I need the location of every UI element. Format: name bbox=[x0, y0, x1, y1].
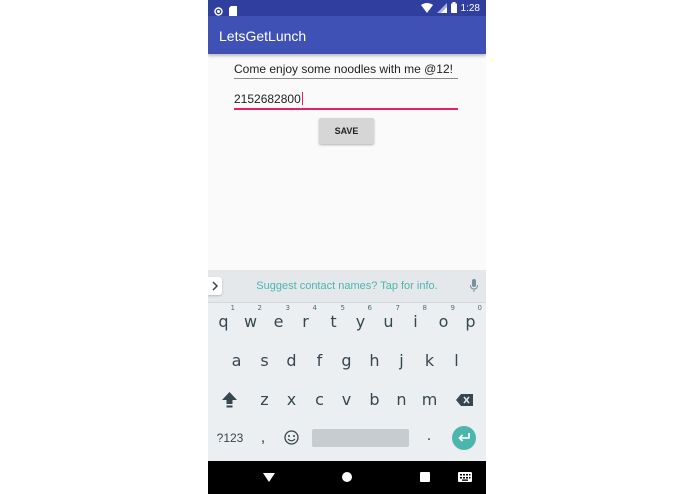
key-v[interactable]: v bbox=[333, 382, 360, 418]
phone-field-value: 2152682800 bbox=[234, 92, 301, 106]
status-bar: 1:28 bbox=[208, 0, 486, 16]
key-t[interactable]: t5 bbox=[320, 304, 347, 340]
app-bar: LetsGetLunch bbox=[208, 16, 486, 54]
shift-icon bbox=[222, 392, 237, 408]
key-s[interactable]: s bbox=[251, 343, 278, 379]
enter-key[interactable] bbox=[452, 426, 476, 450]
message-field-underline bbox=[234, 78, 458, 79]
key-g[interactable]: g bbox=[333, 343, 360, 379]
battery-icon bbox=[450, 2, 457, 16]
suggestion-strip: Suggest contact names? Tap for info. bbox=[208, 270, 486, 303]
message-field[interactable]: Come enjoy some noodles with me @12! bbox=[234, 62, 458, 80]
home-circle-icon bbox=[342, 472, 352, 482]
key-d[interactable]: d bbox=[278, 343, 305, 379]
save-button[interactable]: SAVE bbox=[319, 118, 374, 144]
text-cursor bbox=[301, 92, 303, 105]
key-l[interactable]: l bbox=[443, 343, 470, 379]
key-y[interactable]: y6 bbox=[347, 304, 374, 340]
key-f[interactable]: f bbox=[306, 343, 333, 379]
navigation-bar bbox=[208, 461, 486, 494]
key-m[interactable]: m bbox=[416, 382, 443, 418]
key-n[interactable]: n bbox=[388, 382, 415, 418]
key-i[interactable]: i8 bbox=[402, 304, 429, 340]
key-k[interactable]: k bbox=[416, 343, 443, 379]
recents-button[interactable] bbox=[418, 470, 432, 489]
app-title: LetsGetLunch bbox=[219, 28, 307, 44]
microphone-icon[interactable] bbox=[470, 279, 478, 297]
backspace-icon bbox=[456, 394, 473, 406]
suggestion-text[interactable]: Suggest contact names? Tap for info. bbox=[208, 280, 486, 293]
back-triangle-icon bbox=[263, 473, 275, 482]
key-a[interactable]: a bbox=[223, 343, 250, 379]
key-o[interactable]: o9 bbox=[430, 304, 457, 340]
phone-screen: 1:28 LetsGetLunch Come enjoy some noodle… bbox=[208, 0, 486, 494]
key-w[interactable]: w2 bbox=[237, 304, 264, 340]
key-j[interactable]: j bbox=[388, 343, 415, 379]
symbols-key[interactable]: ?123 bbox=[214, 431, 246, 445]
enter-icon bbox=[458, 433, 470, 442]
key-x[interactable]: x bbox=[278, 382, 305, 418]
phone-field[interactable]: 2152682800 bbox=[234, 92, 458, 110]
keyboard-icon bbox=[458, 472, 472, 482]
emoji-icon bbox=[284, 430, 299, 445]
emoji-key[interactable] bbox=[284, 430, 299, 450]
key-z[interactable]: z bbox=[251, 382, 278, 418]
key-h[interactable]: h bbox=[361, 343, 388, 379]
period-key[interactable]: . bbox=[422, 426, 436, 446]
comma-key[interactable]: , bbox=[256, 428, 270, 448]
recents-square-icon bbox=[420, 472, 430, 482]
key-u[interactable]: u7 bbox=[375, 304, 402, 340]
backspace-key[interactable] bbox=[451, 382, 478, 418]
status-time: 1:28 bbox=[460, 3, 480, 14]
signal-icon bbox=[436, 2, 447, 16]
key-p[interactable]: p0 bbox=[457, 304, 484, 340]
keyboard-switch-button[interactable] bbox=[458, 470, 472, 489]
soft-keyboard: Suggest contact names? Tap for info. q1 … bbox=[208, 270, 486, 461]
space-bar[interactable] bbox=[312, 429, 409, 447]
message-field-value: Come enjoy some noodles with me @12! bbox=[234, 62, 453, 76]
key-r[interactable]: r4 bbox=[292, 304, 319, 340]
key-b[interactable]: b bbox=[361, 382, 388, 418]
phone-field-underline bbox=[234, 108, 458, 110]
key-e[interactable]: e3 bbox=[265, 304, 292, 340]
key-c[interactable]: c bbox=[306, 382, 333, 418]
key-q[interactable]: q1 bbox=[210, 304, 237, 340]
wifi-icon bbox=[420, 2, 433, 16]
home-button[interactable] bbox=[340, 470, 354, 489]
shift-key[interactable] bbox=[216, 382, 243, 418]
back-button[interactable] bbox=[262, 470, 276, 489]
